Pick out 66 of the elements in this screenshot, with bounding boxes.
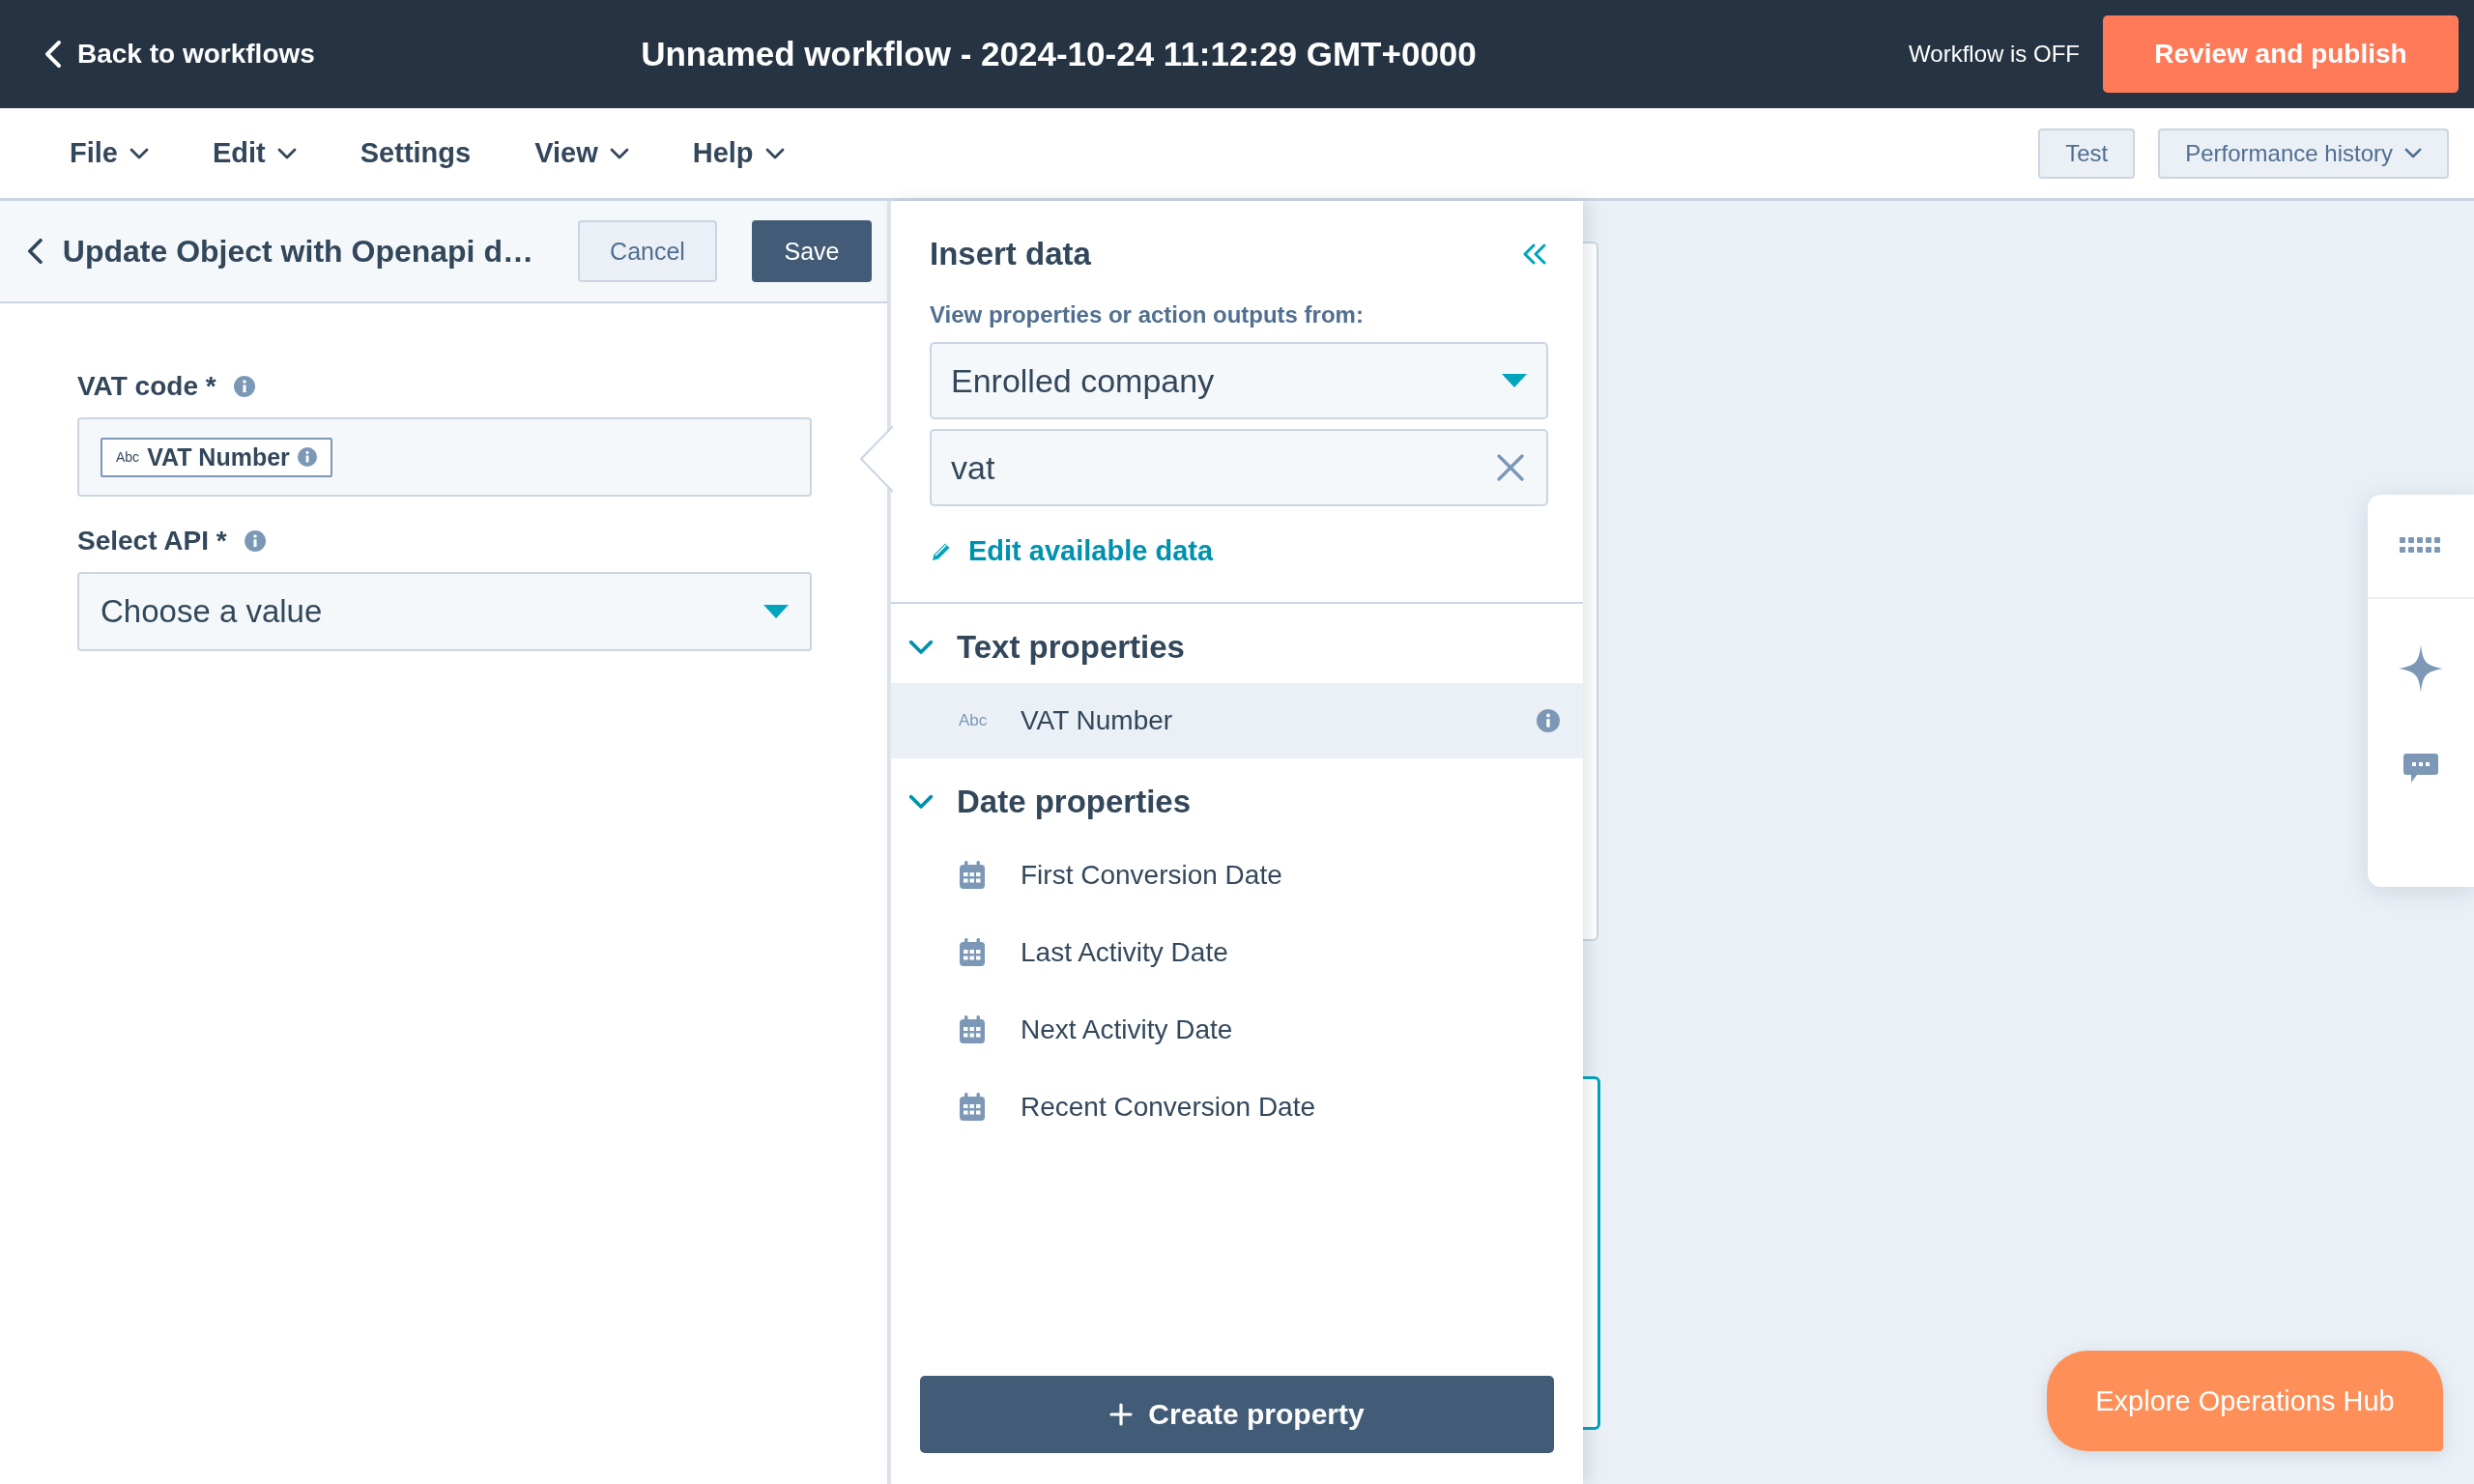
source-label: View properties or action outputs from: [930,301,1365,328]
toolbar-button[interactable]: Test [2038,128,2136,179]
workflow-title: Unnamed workflow - 2024-10-24 11:12:29 GMT+0000 [640,35,1478,73]
property-label: VAT Number [1021,705,1174,736]
panel-title: Insert data [930,236,1091,272]
token-label: VAT Number [147,442,290,471]
search-field[interactable]: vat [930,429,1548,506]
caret-icon [1502,374,1527,387]
caret-icon [2404,148,2422,158]
type-label: Abc [116,449,140,465]
collapse-button[interactable] [1521,243,1548,266]
create-property-button[interactable]: Create property [920,1376,1554,1453]
collapse-icon [1521,243,1548,266]
edit-data-link[interactable]: Edit available data [930,535,1214,567]
info-icon [233,376,255,397]
action-title: Update Object with Openapi d… [61,233,534,270]
field-label: VAT code * [77,371,216,402]
property-label: Recent Conversion Date [1021,1092,1317,1123]
calendar-icon [959,1093,986,1122]
chevron-down-icon [908,794,934,810]
caret-icon [763,605,789,618]
group-header[interactable]: Date properties [891,766,1583,838]
info-icon [297,447,317,467]
menu-item[interactable]: Help [692,137,785,169]
source-dropdown[interactable]: Enrolled company [930,342,1548,419]
chevron-left-icon [27,238,43,265]
back-link[interactable]: Back to workflows [44,39,315,70]
property-label: Next Activity Date [1021,1014,1234,1045]
menu-item[interactable]: Edit [212,137,297,169]
cancel-button[interactable]: Cancel [578,220,717,282]
grid-icon [2400,537,2442,555]
calendar-icon [959,938,986,967]
clear-button[interactable] [1496,453,1525,482]
caret-icon [609,147,629,159]
select-dropdown[interactable]: Choose a value [77,572,812,651]
save-button[interactable]: Save [752,220,872,282]
caret-icon [276,147,297,159]
chat-icon [2403,754,2438,785]
workflow-status: Workflow is OFF [1909,41,2080,68]
toolbar-button[interactable]: Performance history [2158,128,2449,179]
property-label: Last Activity Date [1021,937,1229,968]
info-icon [1537,709,1560,732]
info-icon [244,530,266,552]
menu-item[interactable]: Settings [360,137,472,169]
clear-icon [1496,453,1525,482]
property-item[interactable]: Abc VAT Number [891,683,1583,758]
caret-icon [764,147,785,159]
menu-item[interactable]: View [534,137,629,169]
token-field[interactable]: Abc VAT Number [77,417,812,497]
property-item[interactable]: Next Activity Date [891,992,1583,1068]
property-item[interactable]: Last Activity Date [891,915,1583,990]
calendar-icon [959,861,986,890]
group-header[interactable]: Text properties [891,612,1583,683]
menu-item[interactable]: File [70,137,149,169]
type-label: Abc [959,711,989,730]
chevron-left-icon [44,40,62,69]
chevron-down-icon [908,640,934,655]
property-item[interactable]: Recent Conversion Date [891,1070,1583,1145]
property-item[interactable]: First Conversion Date [891,838,1583,913]
plus-icon [1109,1403,1134,1426]
calendar-icon [959,1015,986,1044]
caret-icon [129,147,149,159]
property-label: First Conversion Date [1021,860,1283,891]
back-button[interactable] [27,238,43,265]
field-label: Select API * [77,526,227,556]
property-token[interactable]: Abc VAT Number [101,437,332,477]
